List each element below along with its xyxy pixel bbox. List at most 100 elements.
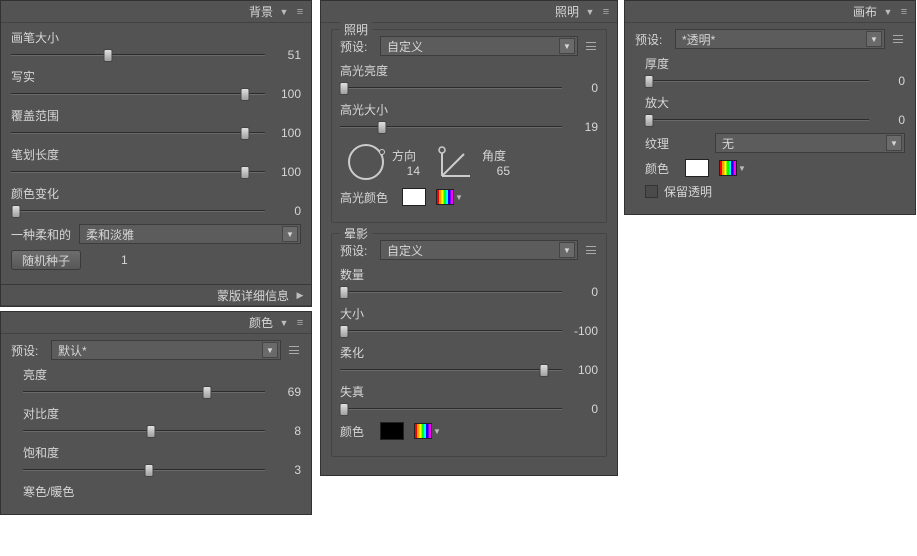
slider-track[interactable] [11,204,265,218]
preset-select[interactable]: 自定义 ▼ [380,240,578,260]
slider-track[interactable] [645,113,869,127]
slider-label: 颜色变化 [11,185,301,202]
chevron-down-icon[interactable]: ▼ [883,7,893,17]
panel-title: 照明 [555,3,579,20]
select-value: 自定义 [387,242,423,259]
brush-size-slider: 画笔大小 51 [11,29,301,62]
color-variation-slider: 颜色变化 0 [11,185,301,218]
chevron-down-icon[interactable]: ▼ [279,7,289,17]
slider-label: 大小 [340,305,598,322]
slider-track[interactable] [23,385,265,399]
panel-header: 颜色 ▼ ≡ [1,312,311,334]
preset-label: 预设: [340,38,380,55]
style-select[interactable]: 柔和淡雅 ▼ [79,224,301,244]
color-picker-icon[interactable] [719,160,737,176]
slider-track[interactable] [11,165,265,179]
highlight-size-slider: 高光大小 19 [340,101,598,134]
preset-select[interactable]: 自定义 ▼ [380,36,578,56]
preset-select[interactable]: 默认* ▼ [51,340,281,360]
highlight-color-label: 高光颜色 [340,189,402,206]
slider-value: 8 [265,424,301,438]
chevron-down-icon[interactable]: ▼ [279,318,289,328]
slider-value: 0 [562,81,598,95]
color-swatch[interactable] [402,188,426,206]
slider-label: 笔划长度 [11,146,301,163]
mask-detail-tab[interactable]: 蒙版详细信息 ▶ [1,284,311,306]
brightness-slider: 亮度 69 [23,366,301,399]
slider-track[interactable] [340,324,562,338]
dropdown-icon: ▼ [559,38,575,54]
texture-select[interactable]: 无 ▼ [715,133,905,153]
direction-control[interactable]: 方向 14 [348,144,420,180]
texture-label: 纹理 [645,135,715,152]
slider-value: 100 [265,87,301,101]
preset-menu-icon[interactable] [287,344,301,356]
random-seed-button[interactable]: 随机种子 [11,250,81,270]
preset-row: 预设: 自定义 ▼ [340,36,598,56]
color-picker-icon[interactable] [414,423,432,439]
preset-row: 预设: *透明* ▼ [635,29,905,49]
panel-menu-icon[interactable]: ≡ [897,5,911,19]
dropdown-icon: ▼ [886,135,902,151]
preset-select[interactable]: *透明* ▼ [675,29,885,49]
slider-label: 画笔大小 [11,29,301,46]
slider-value: 0 [869,74,905,88]
slider-track[interactable] [11,87,265,101]
slider-value: -100 [562,324,598,338]
canvas-color-row: 颜色 ▼ [645,159,905,177]
preset-row: 预设: 默认* ▼ [11,340,301,360]
slider-track[interactable] [11,48,265,62]
slider-value: 19 [562,120,598,134]
vignette-color-row: 颜色 ▼ [340,422,598,440]
preset-menu-icon[interactable] [584,40,598,52]
preset-row: 预设: 自定义 ▼ [340,240,598,260]
preset-menu-icon[interactable] [891,33,905,45]
slider-label: 数量 [340,266,598,283]
lighting-panel: 照明 ▼ ≡ 照明 预设: 自定义 ▼ 高光亮度 [320,0,618,476]
chevron-right-icon: ▶ [295,290,305,300]
dropdown-icon: ▼ [282,226,298,242]
panel-menu-icon[interactable]: ≡ [293,5,307,19]
preserve-checkbox[interactable] [645,185,658,198]
slider-track[interactable] [11,126,265,140]
slider-track[interactable] [340,81,562,95]
angle-label: 角度 [482,147,510,164]
slider-value: 100 [562,363,598,377]
slider-label: 失真 [340,383,598,400]
realism-slider: 写实 100 [11,68,301,101]
slider-track[interactable] [340,285,562,299]
warm-cool-slider: 寒色/暖色 [23,483,301,500]
slider-track[interactable] [340,120,562,134]
dropdown-icon[interactable]: ▼ [737,164,747,173]
amount-slider: 数量 0 [340,266,598,299]
dropdown-icon[interactable]: ▼ [432,427,442,436]
slider-track[interactable] [340,363,562,377]
color-picker-icon[interactable] [436,189,454,205]
color-swatch[interactable] [685,159,709,177]
color-swatch[interactable] [380,422,404,440]
angle-control[interactable]: 角度 65 [438,144,510,180]
preserve-transparency-row: 保留透明 [645,183,905,200]
size-slider: 大小 -100 [340,305,598,338]
panel-header: 背景 ▼ ≡ [1,1,311,23]
slider-value: 69 [265,385,301,399]
slider-track[interactable] [645,74,869,88]
lighting-group: 照明 预设: 自定义 ▼ 高光亮度 0 高 [331,29,607,223]
chevron-down-icon[interactable]: ▼ [585,7,595,17]
preset-menu-icon[interactable] [584,244,598,256]
panel-header: 画布 ▼ ≡ [625,1,915,23]
panel-menu-icon[interactable]: ≡ [293,316,307,330]
color-panel: 颜色 ▼ ≡ 预设: 默认* ▼ 亮度 69 [0,311,312,515]
select-value: 柔和淡雅 [86,226,134,243]
dropdown-icon[interactable]: ▼ [454,193,464,202]
dropdown-icon: ▼ [559,242,575,258]
slider-label: 写实 [11,68,301,85]
slider-track[interactable] [340,402,562,416]
slider-track[interactable] [23,463,265,477]
background-panel: 背景 ▼ ≡ 画笔大小 51 写实 100 覆盖范围 [0,0,312,307]
slider-value: 0 [562,285,598,299]
slider-value: 0 [869,113,905,127]
direction-value: 14 [392,164,420,178]
panel-menu-icon[interactable]: ≡ [599,5,613,19]
slider-track[interactable] [23,424,265,438]
